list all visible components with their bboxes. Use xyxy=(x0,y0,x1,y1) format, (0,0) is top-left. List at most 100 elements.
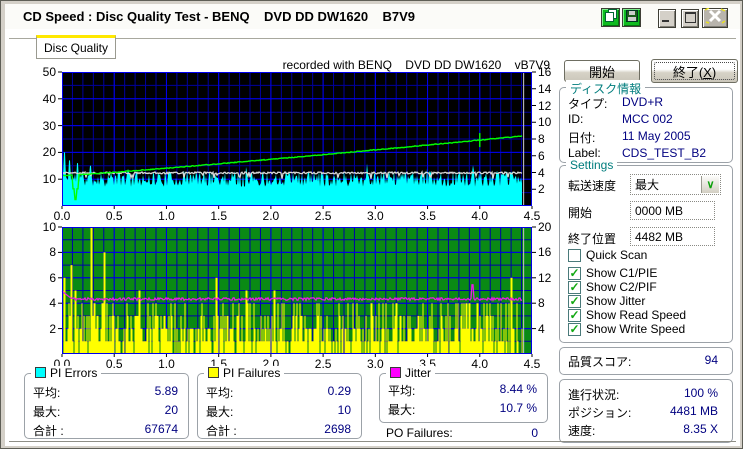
axis-tick-label: 0.5 xyxy=(105,209,123,223)
axis-tick-label: 2.5 xyxy=(314,209,332,223)
disc-date-label: 日付: xyxy=(568,131,596,145)
axis-tick-label: 10 xyxy=(538,115,552,130)
jitter-max: 10.7 % xyxy=(499,401,537,415)
copy-button[interactable] xyxy=(601,8,620,27)
pi-failures-legend-swatch xyxy=(208,367,219,378)
pi-failures-caption: PI Failures xyxy=(204,366,285,380)
maximize-button[interactable] xyxy=(681,9,699,28)
settings-caption: Settings xyxy=(566,158,618,172)
axis-tick-label: 40 xyxy=(42,91,56,106)
axis-tick-label: 1.0 xyxy=(158,209,175,223)
checkbox-show-c2-pif[interactable]: ✓ Show C2/PIF xyxy=(568,280,657,294)
end-pos-value: 4482 MB xyxy=(635,229,684,244)
disc-type-label: タイプ: xyxy=(568,97,608,111)
axis-tick-label: 16 xyxy=(538,65,552,79)
max-label: 最大: xyxy=(206,405,234,419)
disc-type-value: DVD+R xyxy=(622,95,664,109)
checkbox-show-jitter[interactable]: ✓ Show Jitter xyxy=(568,294,645,308)
checkbox-label: Show Jitter xyxy=(586,294,646,308)
tab-label: Disc Quality xyxy=(43,41,108,55)
minimize-button[interactable] xyxy=(658,9,676,28)
axis-tick-label: 0.5 xyxy=(105,357,123,371)
checkbox-label: Quick Scan xyxy=(586,248,648,262)
transfer-speed-label: 転送速度 xyxy=(568,179,617,193)
checkbox-icon[interactable]: ✓ xyxy=(568,308,581,322)
disc-label-value: CDS_TEST_B2 xyxy=(622,146,707,160)
start-pos-label: 開始 xyxy=(568,206,593,220)
checkbox-show-c1-pie[interactable]: ✓ Show C1/PIE xyxy=(568,266,657,280)
axis-tick-label: 2.5 xyxy=(314,357,332,371)
checkbox-icon[interactable]: ✓ xyxy=(568,294,581,308)
jitter-caption: Jitter xyxy=(386,366,436,380)
disc-id-value: MCC 002 xyxy=(622,112,673,126)
close-button[interactable] xyxy=(702,6,728,29)
jitter-avg: 8.44 % xyxy=(499,382,537,396)
max-label: 最大: xyxy=(388,403,416,417)
axis-tick-label: 4 xyxy=(538,165,545,180)
disc-date-value: 11 May 2005 xyxy=(622,129,691,143)
axis-tick-label: 4 xyxy=(538,321,545,336)
start-pos-field[interactable]: 0000 MB xyxy=(630,201,715,220)
speed-label: 速度: xyxy=(568,424,596,438)
axis-tick-label: 4.5 xyxy=(523,357,541,371)
chevron-down-icon[interactable]: ∨ xyxy=(701,176,719,193)
disc-info-group: ディスク情報 タイプ: DVD+R ID: MCC 002 日付: 11 May… xyxy=(559,80,733,163)
total-label: 合計 : xyxy=(33,424,64,438)
checkbox-show-write-speed[interactable]: ✓ Show Write Speed xyxy=(568,322,685,336)
pi-failures-max: 10 xyxy=(337,403,351,417)
pi-errors-chart: 50 40 30 20 10 16 14 12 10 8 6 4 2 0.0 0.5 1.0 1.5 2.0 2.5… xyxy=(43,65,552,223)
close-icon xyxy=(704,6,726,29)
pi-failures-group: PI Failures 平均: 0.29 最大: 10 合計 : 2698 xyxy=(197,366,362,439)
start-button[interactable]: 開始 xyxy=(564,60,640,82)
axis-tick-label: 6 xyxy=(538,148,545,163)
pi-errors-group: PI Errors 平均: 5.89 最大: 20 合計 : 67674 xyxy=(24,366,189,439)
tab-disc-quality[interactable]: Disc Quality xyxy=(36,35,116,59)
checkbox-icon[interactable]: ✓ xyxy=(568,266,581,280)
axis-tick-label: 4.0 xyxy=(471,357,489,371)
axis-tick-label: 2.0 xyxy=(262,209,280,223)
axis-tick-label: 10 xyxy=(42,172,56,187)
transfer-speed-combobox[interactable]: 最大 ∨ xyxy=(630,174,721,195)
end-pos-field[interactable]: 4482 MB xyxy=(630,227,715,246)
pi-failures-avg: 0.29 xyxy=(327,384,351,398)
progress-value: 100 % xyxy=(683,386,718,400)
checkbox-icon[interactable] xyxy=(568,248,581,262)
checkbox-label: Show C1/PIE xyxy=(586,266,658,280)
save-button[interactable] xyxy=(622,8,641,27)
axis-tick-label: 8 xyxy=(538,132,545,146)
chart-canvas xyxy=(58,71,536,209)
axis-tick-label: 14 xyxy=(538,81,552,96)
copy-icon xyxy=(604,8,617,27)
checkbox-quick-scan[interactable]: Quick Scan xyxy=(568,248,647,262)
axis-tick-label: 6 xyxy=(49,270,56,285)
checkbox-icon[interactable]: ✓ xyxy=(568,322,581,336)
pi-failures-chart: 10 8 6 4 2 20 16 12 8 4 0.0 0.5 1.0 1.5 2.0 2.5 3.0 3.5 4.… xyxy=(43,220,552,371)
exit-button[interactable]: 終了(X) xyxy=(651,59,738,83)
checkbox-show-read-speed[interactable]: ✓ Show Read Speed xyxy=(568,308,686,322)
disc-id-label: ID: xyxy=(568,112,584,126)
axis-tick-label: 20 xyxy=(42,145,56,160)
pi-errors-total: 67674 xyxy=(144,422,178,436)
pi-errors-caption: PI Errors xyxy=(31,366,102,380)
position-label: ポジション: xyxy=(568,406,632,420)
pi-errors-max: 20 xyxy=(164,403,178,417)
po-failures-label: PO Failures: xyxy=(386,426,453,440)
axis-tick-label: 16 xyxy=(538,245,552,260)
avg-label: 平均: xyxy=(388,384,416,398)
progress-label: 進行状況: xyxy=(568,388,620,402)
start-pos-value: 0000 MB xyxy=(635,203,684,218)
po-failures-value: 0 xyxy=(531,426,538,440)
checkbox-icon[interactable]: ✓ xyxy=(568,280,581,294)
axis-tick-label: 12 xyxy=(538,98,552,113)
pi-failures-total: 2698 xyxy=(324,422,351,436)
jitter-legend-swatch xyxy=(390,367,401,378)
bottom-groove xyxy=(9,441,736,444)
maximize-icon xyxy=(684,10,696,28)
axis-tick-label: 1.0 xyxy=(158,357,175,371)
jitter-group: Jitter 平均: 8.44 % 最大: 10.7 % xyxy=(379,366,548,423)
quality-score-label: 品質スコア: xyxy=(568,355,632,369)
axis-tick-label: 1.5 xyxy=(210,209,227,223)
checkbox-label: Show C2/PIF xyxy=(586,280,657,294)
axis-tick-label: 4.0 xyxy=(471,209,489,223)
axis-tick-label: 2 xyxy=(538,182,545,197)
